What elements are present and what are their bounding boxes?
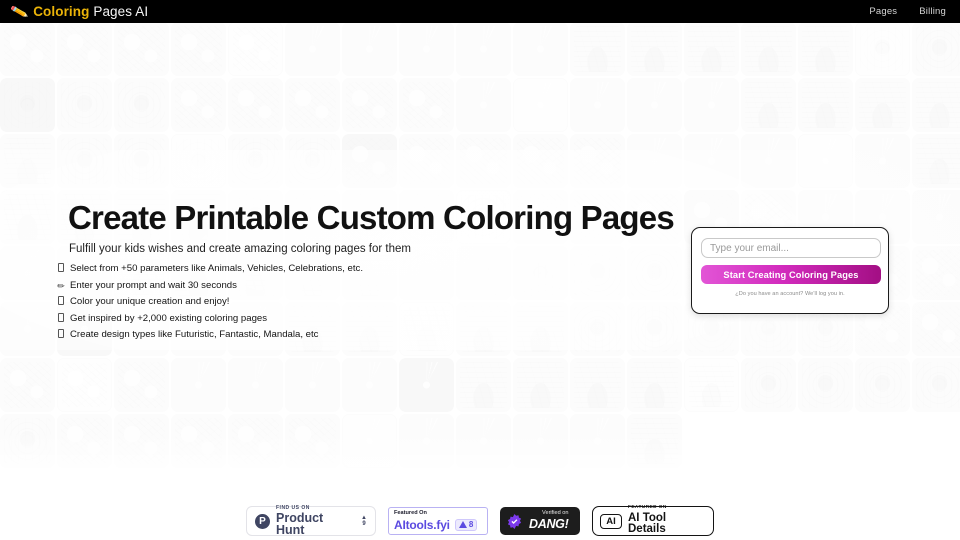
triangle-up-icon xyxy=(458,521,467,529)
badge-aitools-fyi[interactable]: Featured On AItools.fyi 8 xyxy=(388,507,488,535)
product-hunt-label: FIND US ON Product Hunt xyxy=(276,504,355,537)
signup-card: Start Creating Coloring Pages ¿Do you ha… xyxy=(691,227,889,314)
ai-badge-icon: AI xyxy=(600,513,622,529)
missing-glyph-icon xyxy=(57,327,65,344)
aitools-big-text: AItools.fyi xyxy=(394,517,450,532)
product-hunt-small-text: FIND US ON xyxy=(276,504,310,511)
aitools-vote-chip: 8 xyxy=(454,518,478,531)
feature-bullet-item: Color your unique creation and enjoy! xyxy=(57,294,363,311)
feature-bullet-item: Get inspired by +2,000 existing coloring… xyxy=(57,311,363,328)
start-creating-button[interactable]: Start Creating Coloring Pages xyxy=(701,265,881,284)
ai-tool-details-small-text: FEATURED ON xyxy=(628,505,667,511)
dang-big-text: DANG! xyxy=(529,517,569,532)
nav-link-billing[interactable]: Billing xyxy=(919,6,946,17)
feature-bullet-label: Select from +50 parameters like Animals,… xyxy=(70,263,364,274)
missing-glyph-icon xyxy=(57,261,65,278)
aitools-row: AItools.fyi 8 xyxy=(394,517,478,532)
brand-logo[interactable]: ✏️ Coloring Pages AI xyxy=(9,2,148,21)
feature-bullet-label: Enter your prompt and wait 30 seconds xyxy=(70,279,237,291)
missing-glyph-icon xyxy=(57,294,65,311)
page-root: ✏️ Coloring Pages AI Pages Billing Creat… xyxy=(0,0,960,540)
feature-bullet-item: ✏ Enter your prompt and wait 30 seconds xyxy=(57,278,363,295)
product-hunt-big-text: Product Hunt xyxy=(276,510,324,537)
ai-tool-details-label: FEATURED ON AI Tool Details xyxy=(628,505,706,536)
feature-bullet-label: Color your unique creation and enjoy! xyxy=(70,296,230,308)
brand-title: Coloring Pages AI xyxy=(33,4,148,19)
page-title: Create Printable Custom Coloring Pages xyxy=(68,199,675,236)
dang-label: Verified on DANG! xyxy=(529,511,569,532)
feature-bullet-label: Get inspired by +2,000 existing coloring… xyxy=(70,312,268,324)
account-hint-text: ¿Do you have an account? We'll log you i… xyxy=(735,291,845,297)
badge-ai-tool-details[interactable]: AI FEATURED ON AI Tool Details xyxy=(592,505,714,536)
pencil-icon: ✏️ xyxy=(9,2,29,21)
feature-bullet-item: Select from +50 parameters like Animals,… xyxy=(57,261,363,278)
nav-link-pages[interactable]: Pages xyxy=(869,6,897,17)
brand-title-strong: Coloring xyxy=(33,4,90,19)
badge-product-hunt[interactable]: P FIND US ON Product Hunt ▲ 9 xyxy=(246,504,376,537)
nav-links: Pages Billing xyxy=(869,6,946,17)
top-navigation-bar: ✏️ Coloring Pages AI Pages Billing xyxy=(0,0,960,23)
badge-dang[interactable]: Verified on DANG! xyxy=(500,507,580,535)
brand-title-light: Pages AI xyxy=(89,4,149,19)
aitools-vote-count: 8 xyxy=(468,519,474,529)
footer-badges: P FIND US ON Product Hunt ▲ 9 Featured O… xyxy=(0,502,960,540)
feature-bullet-label: Create design types like Futuristic, Fan… xyxy=(70,329,319,341)
feature-bullet-list: Select from +50 parameters like Animals,… xyxy=(57,261,363,344)
aitools-small-text: Featured On xyxy=(394,510,427,517)
feature-bullet-item: Create design types like Futuristic, Fan… xyxy=(57,327,363,344)
hero-subtitle: Fulfill your kids wishes and create amaz… xyxy=(69,243,411,255)
product-hunt-icon: P xyxy=(255,513,270,529)
verified-star-icon xyxy=(506,513,523,530)
missing-glyph-icon xyxy=(57,311,65,328)
email-field[interactable] xyxy=(701,238,881,258)
upvote-count: 9 xyxy=(362,521,366,527)
product-hunt-upvote[interactable]: ▲ 9 xyxy=(361,515,367,527)
ai-tool-details-big-text: AI Tool Details xyxy=(628,511,667,536)
pencil-bullet-icon: ✏ xyxy=(57,280,65,291)
